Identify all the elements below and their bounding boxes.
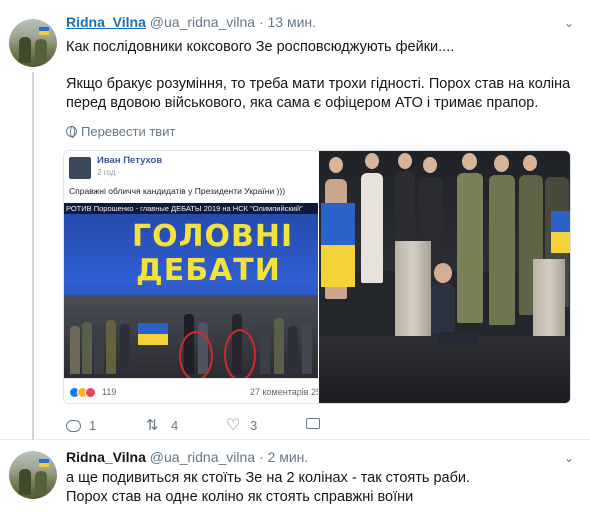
translate-link[interactable]: Перевести твит bbox=[66, 124, 175, 139]
author-name[interactable]: Ridna_Vilna bbox=[66, 449, 146, 465]
author-handle[interactable]: @ua_ridna_vilna bbox=[150, 449, 255, 465]
author-handle[interactable]: @ua_ridna_vilna bbox=[150, 14, 255, 30]
tweet-actions: 1 ⇅ 4 ♡ 3 bbox=[66, 416, 366, 438]
fb-author: Иван Петухов bbox=[97, 155, 163, 166]
translate-label: Перевести твит bbox=[81, 124, 176, 139]
media-image-right[interactable] bbox=[319, 151, 570, 403]
thread-connector bbox=[32, 72, 34, 440]
direct-message-button[interactable] bbox=[306, 418, 328, 429]
retweet-icon: ⇅ bbox=[146, 416, 159, 434]
timestamp[interactable]: 2 мин. bbox=[268, 449, 309, 465]
tweet-text-line: Порох став на одне коліно як стоять спра… bbox=[66, 489, 414, 505]
like-button[interactable]: ♡ 3 bbox=[226, 416, 258, 434]
fb-post-text: Справжні обличчя кандидатів у Президенти… bbox=[69, 186, 286, 196]
ukraine-flag bbox=[138, 323, 168, 345]
avatar[interactable] bbox=[9, 451, 57, 499]
reply-button[interactable]: 1 bbox=[66, 418, 96, 433]
tweet-header: Ridna_Vilna @ua_ridna_vilna · 13 мин. bbox=[66, 14, 316, 30]
ukraine-flag bbox=[321, 203, 355, 287]
fb-time: 2 год · bbox=[97, 168, 121, 177]
fb-avatar bbox=[69, 157, 91, 179]
reply-icon bbox=[66, 419, 81, 432]
globe-icon bbox=[66, 126, 77, 138]
author-name[interactable]: Ridna_Vilna bbox=[66, 14, 146, 30]
media-grid: Иван Петухов 2 год · Справжні обличчя ка… bbox=[63, 150, 571, 404]
avatar[interactable] bbox=[9, 19, 57, 67]
stage-headline: ГОЛОВНІ bbox=[132, 219, 294, 254]
stage-headline: ДЕБАТИ bbox=[136, 253, 281, 288]
news-ticker: РОТИВ Порошенко - главные ДЕБАТЫ 2019 на… bbox=[64, 203, 318, 214]
like-count: 3 bbox=[250, 418, 258, 433]
tweet-text-line: перед вдовою військового, яка сама є офі… bbox=[66, 95, 539, 111]
reaction-count: 119 bbox=[102, 387, 117, 397]
tweet-text-line: а ще подивиться як стоїть Зе на 2 коліна… bbox=[66, 470, 471, 486]
tweet-text-line: Как послідовники коксового Зе росповсюдж… bbox=[66, 39, 455, 55]
debate-stage-photo: РОТИВ Порошенко - главные ДЕБАТЫ 2019 на… bbox=[64, 203, 318, 381]
kneeling-figure bbox=[431, 283, 455, 335]
tweet-text-line: Якщо бракує розуміння, то треба мати тро… bbox=[66, 76, 571, 92]
highlight-circle bbox=[224, 329, 256, 381]
direct-message-icon bbox=[306, 418, 320, 429]
ukraine-flag bbox=[551, 211, 570, 253]
reply-count: 1 bbox=[89, 418, 97, 433]
fb-post-header: Иван Петухов 2 год · Справжні обличчя ка… bbox=[64, 151, 318, 203]
separator: · bbox=[258, 449, 264, 465]
retweet-button[interactable]: ⇅ 4 bbox=[146, 416, 179, 434]
reaction-icons bbox=[69, 387, 97, 398]
tweet[interactable]: Ridna_Vilna @ua_ridna_vilna · 2 мин. ⌄ а… bbox=[0, 441, 590, 513]
chevron-down-icon[interactable]: ⌄ bbox=[564, 451, 574, 465]
fb-post-footer: 119 27 коментарів 258 bbox=[64, 378, 318, 403]
retweet-count: 4 bbox=[171, 418, 179, 433]
comment-count: 27 коментарів 258 bbox=[250, 387, 318, 397]
chevron-down-icon[interactable]: ⌄ bbox=[564, 16, 574, 30]
heart-icon: ♡ bbox=[226, 416, 241, 434]
timestamp[interactable]: 13 мин. bbox=[268, 14, 317, 30]
media-image-left[interactable]: Иван Петухов 2 год · Справжні обличчя ка… bbox=[64, 151, 318, 403]
tweet[interactable]: Ridna_Vilna @ua_ridna_vilna · 13 мин. ⌄ … bbox=[0, 0, 590, 440]
separator: · bbox=[258, 14, 264, 30]
highlight-circle bbox=[179, 331, 213, 381]
tweet-header: Ridna_Vilna @ua_ridna_vilna · 2 мин. bbox=[66, 449, 308, 465]
